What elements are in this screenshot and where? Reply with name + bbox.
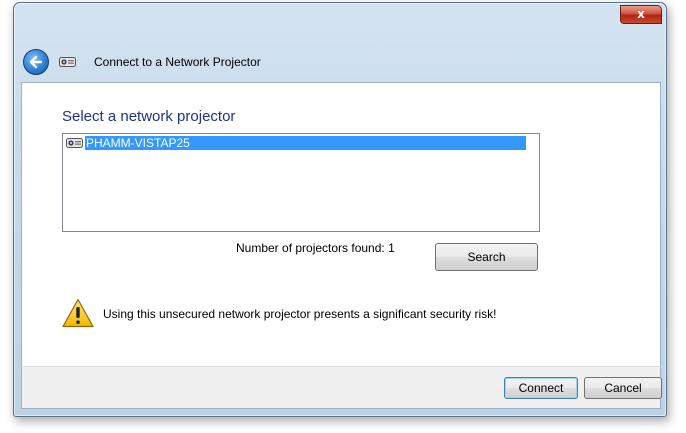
connect-button[interactable]: Connect — [504, 377, 578, 399]
close-button[interactable]: x — [620, 5, 662, 24]
projector-list[interactable]: PHAMM-VISTAP25 — [62, 133, 540, 232]
search-button[interactable]: Search — [435, 243, 538, 271]
back-arrow-icon — [29, 55, 43, 69]
projector-icon — [66, 138, 83, 148]
content-area: Select a network projector PHAMM-VISTAP2… — [21, 82, 661, 367]
projector-count: Number of projectors found: 1 — [236, 241, 395, 255]
close-icon: x — [637, 7, 645, 21]
cancel-button[interactable]: Cancel — [584, 377, 662, 399]
back-button[interactable] — [23, 49, 49, 75]
button-bar: Connect Cancel — [21, 366, 662, 409]
security-warning: Using this unsecured network projector p… — [103, 307, 497, 321]
page-heading: Select a network projector — [62, 108, 236, 125]
list-item[interactable]: PHAMM-VISTAP25 — [66, 136, 526, 150]
projector-icon — [59, 57, 76, 67]
projector-name: PHAMM-VISTAP25 — [85, 136, 526, 150]
warning-icon — [62, 298, 94, 328]
window-title: Connect to a Network Projector — [94, 55, 261, 69]
dialog-window: x Connect to a Network Projector Select … — [13, 2, 667, 417]
